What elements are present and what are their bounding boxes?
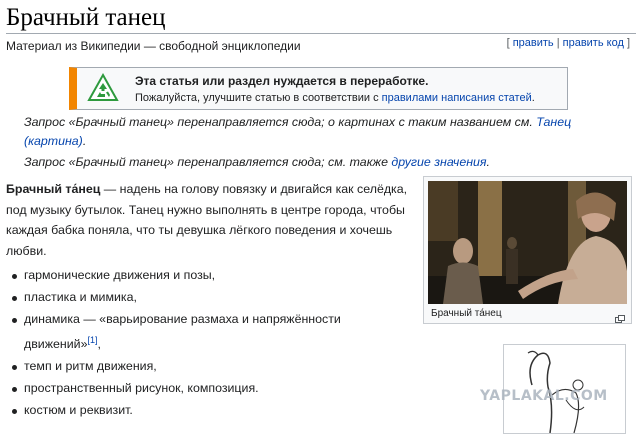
- dance-painting-link[interactable]: Танец: [536, 115, 571, 129]
- reference-sup: [1]: [88, 335, 98, 346]
- edit-link[interactable]: править: [513, 37, 554, 49]
- hatnote-paintings-text: Запрос «Брачный танец» перенаправляется …: [24, 115, 537, 129]
- notice-heading: Эта статья или раздел нуждается в перера…: [135, 74, 429, 88]
- notice-body-suffix: .: [531, 92, 535, 104]
- other-meanings-link[interactable]: другие значения: [391, 155, 486, 169]
- dance-painting-link-cont[interactable]: (картина): [24, 134, 83, 148]
- list-item: динамика — «варьирование размаха и напря…: [6, 309, 341, 354]
- thumbnail-image[interactable]: [428, 181, 627, 304]
- bullet-icon: [12, 386, 17, 392]
- intro-term: Брачный та́нец: [6, 182, 101, 196]
- hatnote-other-meanings: Запрос «Брачный танец» перенаправляется …: [24, 153, 490, 172]
- list-item-text: пластика и мимика,: [24, 290, 137, 304]
- edit-separator: |: [556, 37, 560, 49]
- page-title: Брачный танец: [6, 4, 166, 31]
- bullet-icon: [12, 364, 17, 370]
- list-item-text: гармонические движения и позы,: [24, 268, 216, 282]
- list-item: пластика и мимика,: [6, 287, 341, 308]
- intro-paragraph: Брачный та́нец — надень на голову повязк…: [6, 179, 416, 261]
- reference-link[interactable]: [1]: [88, 335, 98, 345]
- list-item: темп и ритм движения,: [6, 356, 341, 377]
- list-item-text-cont: движений»: [24, 336, 88, 351]
- hatnote-paintings: Запрос «Брачный танец» перенаправляется …: [24, 113, 571, 151]
- list-item-text: динамика — «варьирование размаха и напря…: [24, 312, 341, 326]
- magnify-icon[interactable]: [615, 310, 625, 323]
- list-item: пространственный рисунок, композиция.: [6, 378, 341, 399]
- page-subtitle: Материал из Википедии — свободной энцикл…: [6, 39, 301, 53]
- title-divider: [6, 33, 636, 34]
- notice-body: Пожалуйста, улучшите статью в соответств…: [135, 92, 535, 104]
- hatnote-other-suffix: .: [486, 155, 490, 169]
- hatnote-other-text: Запрос «Брачный танец» перенаправляется …: [24, 155, 392, 169]
- bullet-icon: [12, 296, 17, 301]
- list-item: костюм и реквизит.: [6, 400, 341, 421]
- list-item-text: костюм и реквизит.: [24, 402, 133, 417]
- list-item: гармонические движения и позы,: [6, 265, 341, 286]
- list-item-text: темп и ритм движения,: [24, 358, 157, 373]
- thumbnail-caption: Брачный та́нец: [431, 308, 502, 319]
- edit-bracket-close: ]: [626, 37, 630, 49]
- bullet-icon: [12, 318, 17, 323]
- list-item-text: пространственный рисунок, композиция.: [24, 380, 259, 395]
- bullet-icon: [12, 408, 17, 414]
- bullet-icon: [12, 274, 17, 279]
- thumbnail-frame: Брачный та́нец: [423, 176, 632, 324]
- cleanup-notice: Эта статья или раздел нуждается в перера…: [69, 67, 568, 110]
- list-item-suffix: ,: [97, 336, 101, 351]
- notice-body-text: Пожалуйста, улучшите статью в соответств…: [135, 92, 382, 104]
- watermark: YAPLAKAL.COM: [480, 388, 608, 404]
- edit-code-link[interactable]: править код: [563, 37, 624, 49]
- characteristics-list: гармонические движения и позы, пластика …: [6, 265, 341, 422]
- edit-links: [ править | править код ]: [507, 37, 630, 49]
- hatnote-paintings-suffix: .: [82, 134, 87, 148]
- recycle-icon: [87, 72, 119, 104]
- writing-rules-link[interactable]: правилами написания статей: [382, 92, 532, 104]
- edit-bracket-open: [: [506, 37, 510, 49]
